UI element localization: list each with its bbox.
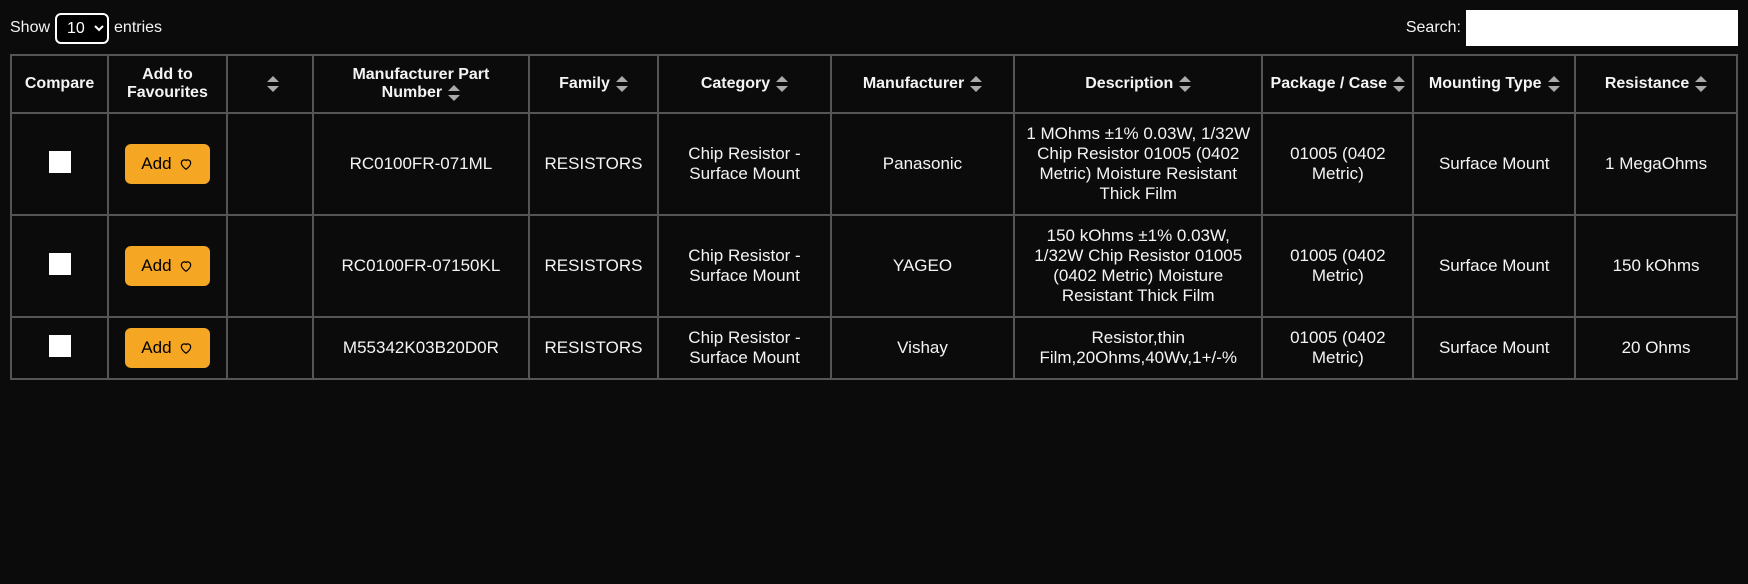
cell-family: RESISTORS: [529, 215, 658, 317]
table-row: Add RC0100FR-071ML RESISTORS Chip Resist…: [11, 113, 1737, 215]
col-resistance[interactable]: Resistance: [1575, 55, 1737, 113]
table-controls: Show 10 entries Search:: [10, 10, 1738, 46]
cell-part-number: M55342K03B20D0R: [313, 317, 529, 379]
cell-category: Chip Resistor - Surface Mount: [658, 113, 831, 215]
cell-part-number: RC0100FR-071ML: [313, 113, 529, 215]
sort-icon: [1179, 76, 1191, 92]
cell-resistance: 150 kOhms: [1575, 215, 1737, 317]
compare-checkbox[interactable]: [49, 253, 71, 275]
sort-icon: [970, 76, 982, 92]
cell-category: Chip Resistor - Surface Mount: [658, 215, 831, 317]
cell-manufacturer: Panasonic: [831, 113, 1014, 215]
cell-package: 01005 (0402 Metric): [1262, 113, 1413, 215]
cell-resistance: 20 Ohms: [1575, 317, 1737, 379]
sort-icon: [776, 76, 788, 92]
sort-icon: [616, 76, 628, 92]
heart-icon: [178, 157, 194, 171]
col-family[interactable]: Family: [529, 55, 658, 113]
cell-mounting: Surface Mount: [1413, 215, 1575, 317]
search-input[interactable]: [1466, 10, 1738, 46]
sort-icon: [1695, 76, 1707, 92]
add-button-label: Add: [141, 338, 171, 358]
cell-package: 01005 (0402 Metric): [1262, 215, 1413, 317]
cell-resistance: 1 MegaOhms: [1575, 113, 1737, 215]
cell-mounting: Surface Mount: [1413, 317, 1575, 379]
heart-icon: [178, 341, 194, 355]
add-favourite-button[interactable]: Add: [125, 328, 209, 368]
cell-manufacturer: Vishay: [831, 317, 1014, 379]
show-entries: Show 10 entries: [10, 13, 162, 44]
compare-checkbox[interactable]: [49, 151, 71, 173]
cell-manufacturer: YAGEO: [831, 215, 1014, 317]
cell-mounting: Surface Mount: [1413, 113, 1575, 215]
col-category[interactable]: Category: [658, 55, 831, 113]
compare-checkbox[interactable]: [49, 335, 71, 357]
show-label-prefix: Show: [10, 19, 50, 37]
cell-blank: [227, 317, 313, 379]
search-wrap: Search:: [1406, 10, 1738, 46]
cell-family: RESISTORS: [529, 317, 658, 379]
sort-icon: [448, 85, 460, 101]
cell-description: 1 MOhms ±1% 0.03W, 1/32W Chip Resistor 0…: [1014, 113, 1262, 215]
search-label: Search:: [1406, 19, 1461, 37]
table-row: Add RC0100FR-07150KL RESISTORS Chip Resi…: [11, 215, 1737, 317]
sort-icon: [1393, 76, 1405, 92]
heart-icon: [178, 259, 194, 273]
add-favourite-button[interactable]: Add: [125, 144, 209, 184]
sort-icon: [1548, 76, 1560, 92]
sort-icon: [267, 76, 279, 92]
entries-select[interactable]: 10: [55, 13, 109, 44]
cell-blank: [227, 113, 313, 215]
col-blank[interactable]: [227, 55, 313, 113]
col-package[interactable]: Package / Case: [1262, 55, 1413, 113]
col-compare: Compare: [11, 55, 108, 113]
show-label-suffix: entries: [114, 19, 162, 37]
parts-table: Compare Add to Favourites Manufacturer P…: [10, 54, 1738, 380]
cell-category: Chip Resistor - Surface Mount: [658, 317, 831, 379]
cell-package: 01005 (0402 Metric): [1262, 317, 1413, 379]
col-favourites: Add to Favourites: [108, 55, 227, 113]
table-row: Add M55342K03B20D0R RESISTORS Chip Resis…: [11, 317, 1737, 379]
col-part-number[interactable]: Manufacturer Part Number: [313, 55, 529, 113]
add-button-label: Add: [141, 154, 171, 174]
cell-part-number: RC0100FR-07150KL: [313, 215, 529, 317]
cell-blank: [227, 215, 313, 317]
add-button-label: Add: [141, 256, 171, 276]
cell-family: RESISTORS: [529, 113, 658, 215]
col-mounting[interactable]: Mounting Type: [1413, 55, 1575, 113]
cell-description: Resistor,thin Film,20Ohms,40Wv,1+/-%: [1014, 317, 1262, 379]
table-header-row: Compare Add to Favourites Manufacturer P…: [11, 55, 1737, 113]
add-favourite-button[interactable]: Add: [125, 246, 209, 286]
col-manufacturer[interactable]: Manufacturer: [831, 55, 1014, 113]
cell-description: 150 kOhms ±1% 0.03W, 1/32W Chip Resistor…: [1014, 215, 1262, 317]
col-description[interactable]: Description: [1014, 55, 1262, 113]
